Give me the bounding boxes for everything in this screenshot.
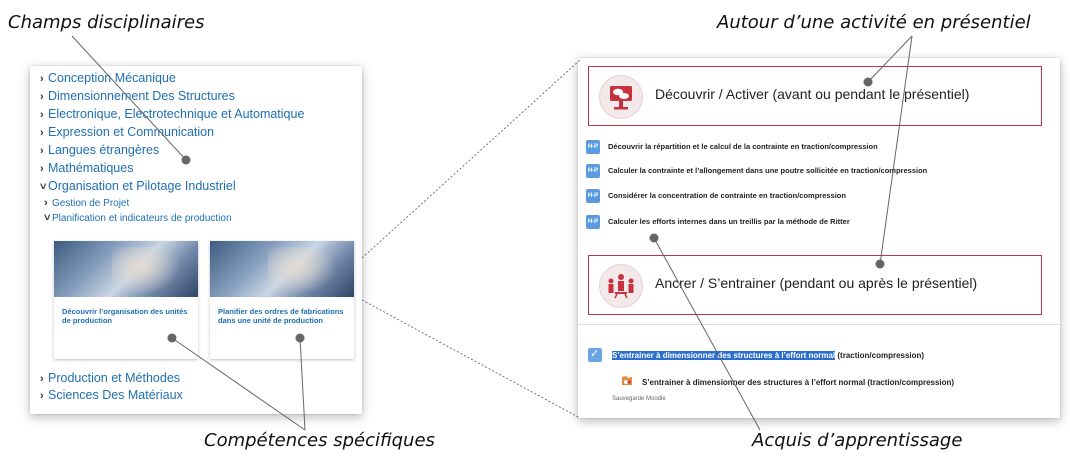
outcome-suffix: (traction/compression) — [835, 351, 925, 360]
tree-item-label: Organisation et Pilotage Industriel — [48, 179, 236, 193]
subtree-item-label: Planification et indicateurs de producti… — [52, 213, 232, 224]
chevron-right-icon: › — [40, 109, 44, 121]
tree-item-label: Electronique, Electrotechnique et Automa… — [48, 107, 305, 121]
callout-acquis-apprentissage: Acquis d’apprentissage — [752, 430, 963, 451]
group-icon — [599, 264, 643, 308]
chevron-right-icon: › — [44, 197, 48, 209]
backup-activity-title[interactable]: S’entrainer à dimensionner des structure… — [642, 378, 954, 387]
zoom-line-top — [361, 59, 581, 259]
activity-title: Découvrir la répartition et le calcul de… — [608, 142, 878, 151]
h5p-icon: H-P — [586, 164, 600, 178]
h5p-icon: H-P — [586, 215, 600, 229]
zoom-line-bottom — [361, 299, 581, 419]
tree-item-label: Mathématiques — [48, 161, 134, 175]
chevron-down-icon: ˅ — [40, 181, 47, 193]
section-title: Ancrer / S’entrainer (pendant ou après l… — [655, 275, 978, 291]
subtree-item[interactable]: › Gestion de Projet — [40, 196, 304, 211]
course-thumbnail — [54, 241, 198, 297]
chevron-right-icon: › — [40, 163, 44, 175]
tree-item[interactable]: › Langues étrangères — [40, 142, 304, 160]
chevron-down-icon: ˅ — [44, 212, 51, 224]
callout-autour-activite: Autour d’une activité en présentiel — [717, 12, 1031, 33]
h5p-icon: H-P — [586, 189, 600, 203]
tree-item-expanded[interactable]: ˅ Organisation et Pilotage Industriel — [40, 178, 304, 196]
presentation-icon — [599, 75, 643, 119]
course-card[interactable]: Découvrir l’organisation des unités de p… — [54, 241, 198, 359]
chevron-right-icon: › — [40, 373, 44, 385]
course-card[interactable]: Planifier des ordres de fabrications dan… — [210, 241, 354, 359]
subtree-item-expanded[interactable]: ˅ Planification et indicateurs de product… — [40, 211, 304, 226]
section-ancrer[interactable]: Ancrer / S’entrainer (pendant ou après l… — [588, 255, 1042, 315]
tree-item[interactable]: › Expression et Communication — [40, 124, 304, 142]
divider — [578, 324, 1060, 325]
tree-item-label: Langues étrangères — [48, 143, 160, 157]
learning-outcome-link[interactable]: S’entrainer à dimensionner des structure… — [612, 351, 924, 360]
tree-item-label: Production et Méthodes — [48, 371, 181, 385]
tree-item-label: Dimensionnement Des Structures — [48, 89, 235, 103]
course-card-title: Planifier des ordres de fabrications dan… — [218, 307, 344, 325]
discipline-tree: › Conception Mécanique › Dimensionnement D… — [40, 70, 304, 226]
tree-item[interactable]: › Production et Méthodes — [40, 370, 183, 387]
chevron-right-icon: › — [40, 73, 44, 85]
discipline-tree-bottom: › Production et Méthodes › Sciences Des Ma… — [40, 370, 183, 404]
tree-item[interactable]: › Mathématiques — [40, 160, 304, 178]
tree-item-label: Sciences Des Matériaux — [48, 388, 183, 402]
chevron-right-icon: › — [40, 127, 44, 139]
tree-item[interactable]: › Electronique, Electrotechnique et Autom… — [40, 106, 304, 124]
activity-title: Calculer la contrainte et l’allongement … — [608, 166, 928, 175]
tree-item[interactable]: › Sciences Des Matériaux — [40, 387, 183, 404]
backup-label: Sauvegarde Moodle — [612, 396, 666, 402]
backup-icon — [620, 374, 634, 388]
course-content-panel: Découvrir / Activer (avant ou pendant le… — [578, 58, 1060, 418]
tree-item[interactable]: › Dimensionnement Des Structures — [40, 88, 304, 106]
callout-champs-disciplinaires: Champs disciplinaires — [8, 12, 205, 33]
section-decouvrir[interactable]: Découvrir / Activer (avant ou pendant le… — [588, 66, 1042, 126]
activity-title: Calculer les efforts internes dans un tr… — [608, 217, 850, 226]
tree-item-label: Conception Mécanique — [48, 71, 176, 85]
course-card-title: Découvrir l’organisation des unités de p… — [62, 307, 188, 325]
course-catalog-panel: › Conception Mécanique › Dimensionnement D… — [30, 66, 362, 414]
section-title: Découvrir / Activer (avant ou pendant le… — [655, 86, 970, 102]
callout-competences-specifiques: Compétences spécifiques — [204, 430, 435, 451]
h5p-icon: H-P — [586, 140, 600, 154]
chevron-right-icon: › — [40, 390, 44, 402]
chevron-right-icon: › — [40, 145, 44, 157]
course-thumbnail — [210, 241, 354, 297]
subtree-item-label: Gestion de Projet — [52, 198, 130, 209]
completion-checkbox[interactable] — [588, 347, 602, 362]
tree-item-label: Expression et Communication — [48, 125, 215, 139]
activity-title: Considérer la concentration de contraint… — [608, 191, 846, 200]
tree-item[interactable]: › Conception Mécanique — [40, 70, 304, 88]
highlighted-text: S’entrainer à dimensionner des structure… — [612, 351, 836, 360]
chevron-right-icon: › — [40, 91, 44, 103]
